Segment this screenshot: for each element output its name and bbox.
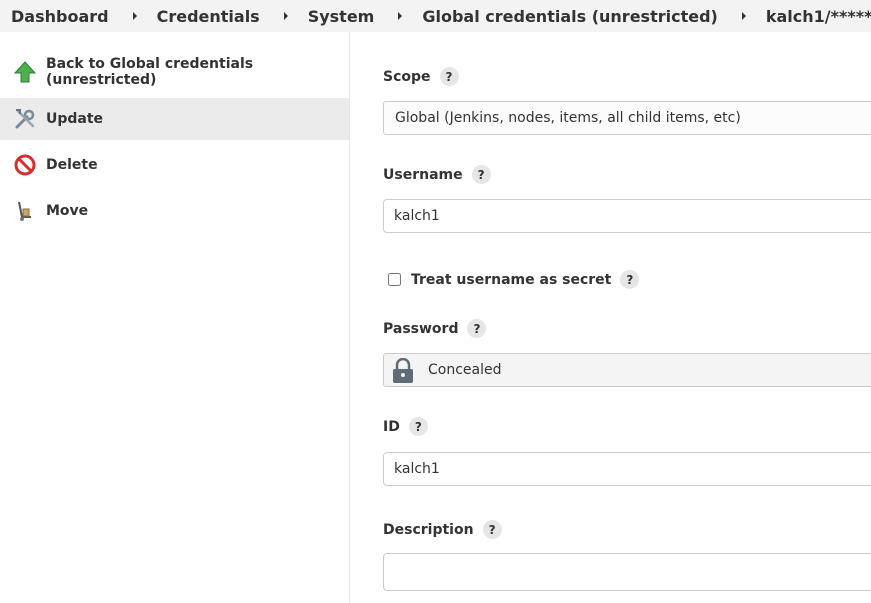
sidebar: Back to Global credentials (unrestricted…: [0, 32, 350, 603]
breadcrumb-separator-icon[interactable]: [132, 12, 137, 20]
sidebar-item-update[interactable]: Update: [0, 98, 349, 140]
sidebar-item-label: Back to Global credentials (unrestricted…: [46, 56, 254, 88]
breadcrumb-credential[interactable]: kalch1/******: [766, 7, 871, 26]
treat-username-secret-row: Treat username as secret ?: [383, 270, 640, 289]
breadcrumb-global-credentials[interactable]: Global credentials (unrestricted): [422, 7, 717, 26]
credential-form: Scope ? Global (Jenkins, nodes, items, a…: [383, 32, 871, 603]
breadcrumb-separator-icon[interactable]: [741, 12, 746, 20]
description-input[interactable]: [383, 553, 871, 591]
description-label-text: Description: [383, 521, 474, 538]
sidebar-item-label: Move: [46, 203, 89, 219]
scope-label-text: Scope: [383, 68, 431, 85]
breadcrumb-separator-icon[interactable]: [283, 12, 288, 20]
lock-icon: [393, 358, 413, 383]
id-label-text: ID: [383, 418, 400, 435]
breadcrumb-credentials[interactable]: Credentials: [157, 7, 260, 26]
username-label: Username ?: [383, 165, 491, 184]
help-icon[interactable]: ?: [467, 319, 487, 338]
breadcrumb-system[interactable]: System: [308, 7, 375, 26]
scope-select[interactable]: Global (Jenkins, nodes, items, all child…: [383, 101, 871, 135]
hand-truck-icon: [18, 201, 31, 221]
username-input[interactable]: [383, 199, 871, 233]
sidebar-item-move[interactable]: Move: [0, 190, 349, 232]
tools-icon: [15, 109, 35, 129]
password-concealed-text: Concealed: [428, 362, 502, 378]
sidebar-item-label: Update: [46, 111, 104, 127]
breadcrumb-dashboard[interactable]: Dashboard: [11, 7, 109, 26]
password-label: Password ?: [383, 319, 487, 338]
help-icon[interactable]: ?: [439, 67, 459, 86]
breadcrumb-separator-icon[interactable]: [398, 12, 403, 20]
scope-selected-value: Global (Jenkins, nodes, items, all child…: [395, 110, 741, 126]
treat-username-secret-label[interactable]: Treat username as secret: [411, 272, 611, 288]
scope-label: Scope ?: [383, 67, 459, 86]
treat-username-secret-checkbox[interactable]: [388, 273, 401, 286]
password-concealed-field[interactable]: Concealed: [383, 353, 871, 387]
help-icon[interactable]: ?: [471, 165, 491, 184]
sidebar-item-delete[interactable]: Delete: [0, 144, 349, 186]
help-icon[interactable]: ?: [620, 270, 640, 289]
breadcrumb: Dashboard Credentials System Global cred…: [0, 0, 871, 32]
no-entry-icon: [14, 154, 36, 176]
id-input[interactable]: [383, 452, 871, 486]
sidebar-item-back[interactable]: Back to Global credentials (unrestricted…: [0, 51, 349, 93]
id-label: ID ?: [383, 417, 428, 436]
help-icon[interactable]: ?: [482, 520, 502, 539]
description-label: Description ?: [383, 520, 502, 539]
username-label-text: Username: [383, 166, 463, 183]
sidebar-item-label: Delete: [46, 157, 98, 173]
up-arrow-icon: [13, 61, 37, 83]
password-label-text: Password: [383, 320, 459, 337]
help-icon[interactable]: ?: [408, 417, 428, 436]
